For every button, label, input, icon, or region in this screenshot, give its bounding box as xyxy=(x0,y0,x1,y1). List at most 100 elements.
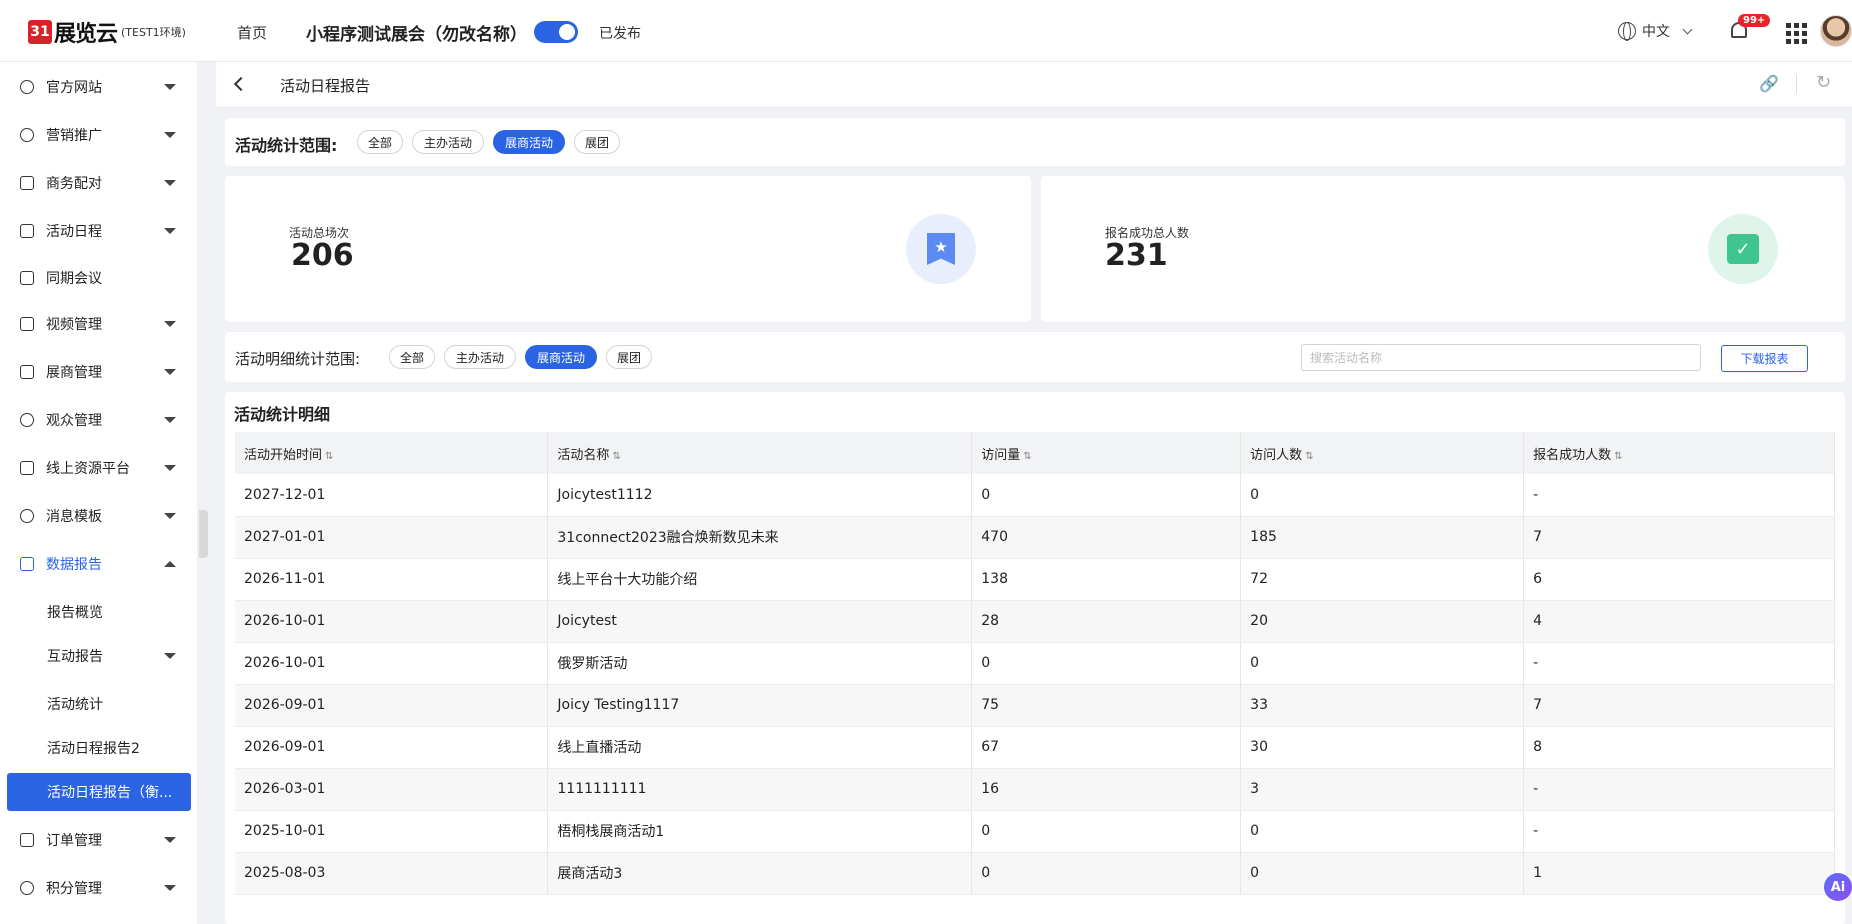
avatar[interactable] xyxy=(1820,15,1852,47)
logo-mark: 31 xyxy=(28,20,52,44)
chevron-down-icon xyxy=(164,513,176,519)
logo-text: 展览云 xyxy=(54,22,118,47)
video-icon xyxy=(20,317,34,331)
sidebar-item-label: 观众管理 xyxy=(46,413,102,429)
sidebar-subitem-schedule-report-active[interactable]: 活动日程报告（衡... xyxy=(7,773,191,811)
chevron-down-icon xyxy=(164,180,176,186)
chevron-down-icon xyxy=(164,132,176,138)
publish-toggle[interactable] xyxy=(534,21,578,43)
nav-home-link[interactable]: 首页 xyxy=(237,22,267,43)
table-row: 2026-03-01 1111111111 16 3- xyxy=(235,768,1835,811)
star-bookmark-icon: ★ xyxy=(906,214,976,284)
sidebar-item-matching[interactable]: 商务配对 xyxy=(0,163,198,203)
refresh-icon[interactable]: ↻ xyxy=(1816,72,1831,93)
column-header-name[interactable]: 活动名称 ⇅ xyxy=(547,432,973,474)
sidebar-item-label: 活动日程 xyxy=(46,224,102,240)
chevron-down-icon xyxy=(164,321,176,327)
sort-icon: ⇅ xyxy=(1614,450,1623,462)
document-icon xyxy=(20,833,34,847)
chevron-down-icon xyxy=(164,228,176,234)
bookmark-icon xyxy=(20,271,34,285)
table-row: 2025-10-01 梧桐栈展商活动1 0 0- xyxy=(235,810,1835,853)
sidebar-subitem-report-overview[interactable]: 报告概览 xyxy=(0,593,198,631)
scope-pill-host[interactable]: 主办活动 xyxy=(412,130,484,154)
sidebar-item-official-site[interactable]: 官方网站 xyxy=(0,67,198,107)
column-header-visitors[interactable]: 访问人数 ⇅ xyxy=(1240,432,1525,474)
sidebar-item-exhibitor[interactable]: 展商管理 xyxy=(0,352,198,392)
sidebar-item-data-report[interactable]: 数据报告 xyxy=(0,544,198,584)
back-arrow-icon[interactable] xyxy=(233,76,249,92)
pie-chart-icon xyxy=(20,128,34,142)
apps-grid-icon[interactable] xyxy=(1786,23,1807,44)
page-header: 活动日程报告 🔗 ↻ xyxy=(216,62,1852,108)
chevron-up-icon xyxy=(164,561,176,567)
stat-value: 206 xyxy=(291,238,354,273)
language-label: 中文 xyxy=(1642,24,1670,40)
detail-scope-label: 活动明细统计范围: xyxy=(235,350,361,368)
sidebar-item-label: 互动报告 xyxy=(47,649,103,665)
scope-pill-all[interactable]: 全部 xyxy=(357,130,403,154)
chevron-down-icon xyxy=(164,653,176,659)
monitor-icon xyxy=(20,461,34,475)
sidebar-item-points[interactable]: 积分管理 xyxy=(0,868,198,908)
sidebar-item-orders[interactable]: 订单管理 xyxy=(0,820,198,860)
download-report-button[interactable]: 下载报表 xyxy=(1721,345,1808,372)
store-icon xyxy=(20,365,34,379)
chevron-down-icon xyxy=(164,837,176,843)
toggle-knob xyxy=(559,24,575,40)
table-title: 活动统计明细 xyxy=(234,405,331,424)
chevron-down-icon xyxy=(164,885,176,891)
calendar-icon xyxy=(20,224,34,238)
calendar-check-icon: ✓ xyxy=(1708,214,1778,284)
ai-assistant-button[interactable]: Ai xyxy=(1824,873,1852,901)
sidebar-item-conference[interactable]: 同期会议 xyxy=(0,258,198,298)
column-header-registrations[interactable]: 报名成功人数 ⇅ xyxy=(1523,432,1835,474)
sidebar-item-label: 线上资源平台 xyxy=(46,461,130,477)
sort-icon: ⇅ xyxy=(1023,450,1032,462)
sidebar-subitem-schedule-report-2[interactable]: 活动日程报告2 xyxy=(0,729,198,767)
sidebar-item-online-resources[interactable]: 线上资源平台 xyxy=(0,448,198,488)
sidebar: 官方网站 营销推广 商务配对 活动日程 同期会议 视频管理 展商管理 观众管理 … xyxy=(0,62,198,924)
sidebar-subitem-interaction-report[interactable]: 互动报告 xyxy=(0,637,198,675)
sidebar-item-video[interactable]: 视频管理 xyxy=(0,304,198,344)
stat-value: 231 xyxy=(1105,238,1168,273)
line-chart-icon xyxy=(20,557,34,571)
table-row: 2027-01-01 31connect2023融合焕新数见未来 470 185 7 xyxy=(235,516,1835,559)
activity-table: 活动开始时间 ⇅ 活动名称 ⇅ 访问量 ⇅ 访问人数 ⇅ 报名成功人数 ⇅ 2027-12… xyxy=(235,432,1835,895)
column-header-start-time[interactable]: 活动开始时间 ⇅ xyxy=(235,432,549,474)
table-row: 2026-10-01 Joicytest 28 20 4 xyxy=(235,600,1835,643)
table-row: 2026-10-01 俄罗斯活动 0 0- xyxy=(235,642,1835,685)
chevron-down-icon xyxy=(1682,24,1693,34)
detail-pill-host[interactable]: 主办活动 xyxy=(444,345,516,369)
publish-status: 已发布 xyxy=(599,26,641,42)
sidebar-item-label: 视频管理 xyxy=(46,317,102,333)
table-row: 2027-12-01 Joicytest1112 0 0- xyxy=(235,474,1835,517)
scope-filter-card: 活动统计范围: 全部 主办活动 展商活动 展团 xyxy=(225,118,1845,166)
sidebar-item-audience[interactable]: 观众管理 xyxy=(0,400,198,440)
sidebar-item-message-template[interactable]: 消息模板 xyxy=(0,496,198,536)
table-row: 2025-08-03 展商活动3 0 0 1 xyxy=(235,852,1835,895)
user-icon xyxy=(20,881,34,895)
sidebar-item-label: 积分管理 xyxy=(46,881,102,897)
table-row: 2026-11-01 线上平台十大功能介绍 138 72 6 xyxy=(235,558,1835,601)
scope-pill-group[interactable]: 展团 xyxy=(574,130,620,154)
globe-icon xyxy=(1618,22,1636,41)
sidebar-item-schedule[interactable]: 活动日程 xyxy=(0,211,198,251)
sidebar-subitem-activity-stats[interactable]: 活动统计 xyxy=(0,685,198,723)
scope-label: 活动统计范围: xyxy=(235,136,338,155)
detail-pill-group[interactable]: 展团 xyxy=(606,345,652,369)
search-input[interactable] xyxy=(1301,344,1701,371)
detail-pill-exhibitor[interactable]: 展商活动 xyxy=(525,345,597,369)
sidebar-item-label: 官方网站 xyxy=(46,80,102,96)
chevron-down-icon xyxy=(164,465,176,471)
column-header-visits[interactable]: 访问量 ⇅ xyxy=(971,432,1242,474)
link-icon[interactable]: 🔗 xyxy=(1759,74,1779,93)
detail-pill-all[interactable]: 全部 xyxy=(389,345,435,369)
scope-pill-exhibitor[interactable]: 展商活动 xyxy=(493,130,565,154)
logo[interactable]: 31 展览云 (TEST1环境) xyxy=(28,18,186,47)
sidebar-item-marketing[interactable]: 营销推广 xyxy=(0,115,198,155)
sidebar-collapse-handle[interactable] xyxy=(199,510,208,558)
user-icon xyxy=(20,413,34,427)
copy-icon xyxy=(20,176,34,190)
language-selector[interactable]: 中文 xyxy=(1618,21,1693,41)
